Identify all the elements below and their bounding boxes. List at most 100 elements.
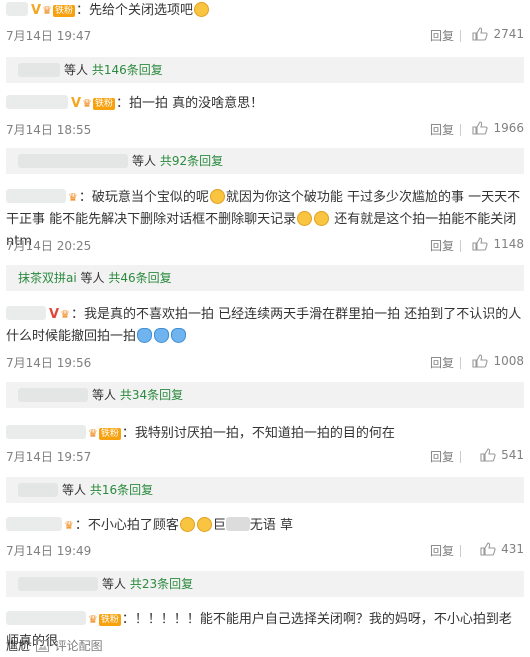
comment-body: ♛ 铁粉 ：我特别讨厌拍一拍，不知道拍一拍的目的何在 xyxy=(6,423,524,445)
reply-prefix: 等人 xyxy=(92,388,120,402)
crown-icon: ♛ xyxy=(82,97,92,110)
username[interactable] xyxy=(6,189,66,203)
fan-badge-icon: 铁粉 xyxy=(98,428,121,440)
thumbs-up-icon xyxy=(480,448,496,462)
thumbs-up-icon xyxy=(472,237,489,251)
comment-body: ♛：不小心拍了顾客 巨 无语 草 xyxy=(6,515,524,537)
like-count: 2741 xyxy=(493,27,524,41)
crown-icon: ♛ xyxy=(42,4,52,17)
reply-count-link[interactable]: 共46条回复 xyxy=(108,271,171,285)
crown-icon: ♛ xyxy=(64,519,74,532)
reply-count-link[interactable]: 共16条回复 xyxy=(90,483,153,497)
reply-summary[interactable]: 等人 共146条回复 xyxy=(6,57,524,83)
reply-button[interactable]: 回复 xyxy=(430,121,454,138)
vip-badge-icon: V xyxy=(49,307,60,322)
like-button[interactable]: 431 xyxy=(480,542,524,556)
comment-time: 7月14日 19:56 xyxy=(6,356,92,370)
comment-body: V♛ 铁粉 ：拍一拍 真的没啥意思！ xyxy=(6,93,524,115)
like-count: 431 xyxy=(501,542,524,556)
emoji-icon xyxy=(154,328,170,343)
reply-summary[interactable]: 等人 共23条回复 xyxy=(6,571,524,597)
reply-button[interactable]: 回复 xyxy=(430,448,454,465)
replier-name[interactable]: 抹茶双拼ai xyxy=(18,271,77,285)
divider xyxy=(460,240,461,252)
reply-count-link[interactable]: 共23条回复 xyxy=(130,577,193,591)
like-count: 1148 xyxy=(493,237,524,251)
reply-summary[interactable]: 等人 共16条回复 xyxy=(6,477,524,503)
like-button[interactable]: 1966 xyxy=(472,121,524,135)
like-button[interactable]: 1008 xyxy=(472,354,524,368)
comment-text-a: ：破玩意当个宝似的呢 xyxy=(78,190,209,205)
emoji-icon xyxy=(196,517,212,532)
replier-name[interactable] xyxy=(18,154,128,168)
image-icon xyxy=(35,640,49,655)
emoji-icon xyxy=(179,517,195,532)
fan-badge-icon: 铁粉 xyxy=(92,98,115,110)
divider xyxy=(460,124,461,136)
like-button[interactable]: 541 xyxy=(480,448,524,462)
reply-button[interactable]: 回复 xyxy=(430,237,454,254)
comment-text-c: 无语 草 xyxy=(249,518,294,533)
thumbs-up-icon xyxy=(472,27,489,41)
comment-image-link[interactable]: 评论配图 xyxy=(55,639,103,653)
comment-time: 7月14日 19:49 xyxy=(6,544,92,558)
reply-prefix: 等人 xyxy=(132,154,160,168)
like-count: 1008 xyxy=(493,354,524,368)
comment-meta: 7月14日 18:55 回复 1966 xyxy=(6,121,524,139)
like-count: 1966 xyxy=(493,121,524,135)
divider xyxy=(460,451,461,463)
replier-name[interactable] xyxy=(18,388,88,402)
reply-button[interactable]: 回复 xyxy=(430,27,454,44)
divider xyxy=(460,357,461,369)
emoji-icon xyxy=(171,328,187,343)
comment-text-a: ：不小心拍了顾客 xyxy=(74,518,179,533)
like-button[interactable]: 1148 xyxy=(472,237,524,251)
comment-meta: 7月14日 19:49 回复 431 xyxy=(6,542,524,560)
cat-emoji-icon xyxy=(193,2,209,17)
replier-name[interactable] xyxy=(18,63,60,77)
replier-name[interactable] xyxy=(18,483,58,497)
username[interactable] xyxy=(6,425,86,439)
reply-count-link[interactable]: 共146条回复 xyxy=(92,63,163,77)
username[interactable] xyxy=(6,306,46,320)
comment-text: ：我特别讨厌拍一拍，不知道拍一拍的目的何在 xyxy=(121,426,395,441)
reply-count-link[interactable]: 共92条回复 xyxy=(160,154,223,168)
reply-prefix: 等人 xyxy=(102,577,130,591)
reply-summary[interactable]: 等人 共34条回复 xyxy=(6,382,524,408)
username[interactable] xyxy=(6,517,62,531)
comment-time: 7月14日 19:57 xyxy=(6,450,92,464)
comment-body: V♛：我是真的不喜欢拍一拍 已经连续两天手滑在群里拍一拍 还拍到了不认识的人 什… xyxy=(6,304,524,348)
blurred-text xyxy=(225,517,250,531)
vip-badge-icon: V xyxy=(71,96,82,111)
reply-prefix: 等人 xyxy=(76,271,109,285)
username[interactable] xyxy=(6,2,28,16)
username[interactable] xyxy=(6,95,68,109)
thumbs-up-icon xyxy=(472,354,489,368)
divider xyxy=(460,30,461,42)
crown-icon: ♛ xyxy=(60,308,70,321)
reply-button[interactable]: 回复 xyxy=(430,542,454,559)
reply-count-link[interactable]: 共34条回复 xyxy=(120,388,183,402)
crown-icon: ♛ xyxy=(88,427,98,440)
crown-icon: ♛ xyxy=(68,191,78,204)
comment-time: 7月14日 18:55 xyxy=(6,123,92,137)
comment-text: ：拍一拍 真的没啥意思！ xyxy=(115,96,264,111)
replier-name[interactable] xyxy=(18,577,98,591)
username[interactable] xyxy=(6,611,86,625)
comment-meta: 7月14日 19:57 回复 541 xyxy=(6,448,524,466)
like-count: 541 xyxy=(501,448,524,462)
comment-meta: 7月14日 19:56 回复 1008 xyxy=(6,354,524,372)
emoji-icon xyxy=(297,211,313,226)
divider xyxy=(460,545,461,557)
comment-meta: 7月14日 19:47 回复 2741 xyxy=(6,27,524,45)
vip-badge-icon: V xyxy=(31,3,42,18)
reply-button[interactable]: 回复 xyxy=(430,354,454,371)
emoji-icon xyxy=(137,328,153,343)
emoji-icon xyxy=(209,189,225,204)
fan-badge-icon: 铁粉 xyxy=(52,5,75,17)
comment-body: V♛ 铁粉 ：先给个关闭选项吧 xyxy=(6,0,524,22)
reply-summary[interactable]: 抹茶双拼ai 等人 共46条回复 xyxy=(6,265,524,291)
comment-list: V♛ 铁粉 ：先给个关闭选项吧 7月14日 19:47 回复 2741 等人 共14… xyxy=(0,0,530,657)
like-button[interactable]: 2741 xyxy=(472,27,524,41)
reply-summary[interactable]: 等人 共92条回复 xyxy=(6,148,524,174)
